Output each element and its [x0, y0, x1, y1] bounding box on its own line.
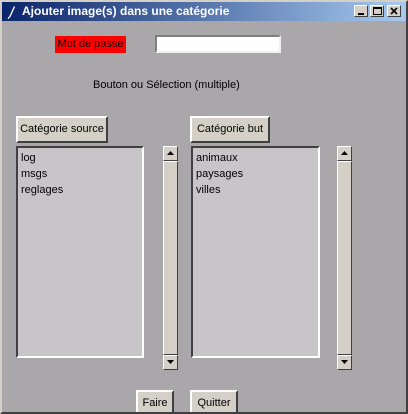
arrow-down-icon [341, 360, 348, 364]
target-list-scrollbar[interactable] [337, 146, 352, 370]
quitter-button[interactable]: Quitter [190, 390, 238, 412]
list-item[interactable]: animaux [196, 150, 315, 166]
scroll-track[interactable] [163, 161, 178, 355]
scroll-thumb[interactable] [163, 161, 178, 355]
arrow-down-icon [167, 360, 174, 364]
feather-icon [6, 4, 16, 20]
scroll-track[interactable] [337, 161, 352, 355]
maximize-button[interactable] [370, 5, 384, 17]
arrow-up-icon [167, 151, 174, 155]
list-item[interactable]: paysages [196, 166, 315, 182]
source-category-button[interactable]: Catégorie source [16, 116, 108, 143]
scroll-down-button[interactable] [337, 355, 352, 370]
arrow-up-icon [341, 151, 348, 155]
source-list-scrollbar[interactable] [163, 146, 178, 370]
list-item[interactable]: villes [196, 182, 315, 198]
minimize-button[interactable] [354, 5, 368, 17]
source-category-list[interactable]: log msgs reglages [16, 146, 144, 358]
target-category-button[interactable]: Catégorie but [190, 116, 270, 143]
scroll-down-button[interactable] [163, 355, 178, 370]
window-title: Ajouter image(s) dans une catégorie [22, 4, 230, 18]
maximize-icon [373, 7, 382, 15]
close-icon [390, 7, 398, 15]
target-category-list[interactable]: animaux paysages villes [191, 146, 320, 358]
list-item[interactable]: log [21, 150, 139, 166]
scroll-up-button[interactable] [337, 146, 352, 161]
password-label: Mot de passe [55, 36, 126, 53]
selection-hint: Bouton ou Sélection (multiple) [93, 79, 240, 91]
app-window: Ajouter image(s) dans une catégorie Mot … [0, 0, 408, 414]
scroll-thumb[interactable] [337, 161, 352, 355]
title-bar[interactable]: Ajouter image(s) dans une catégorie [2, 2, 406, 21]
list-item[interactable]: reglages [21, 182, 139, 198]
close-button[interactable] [387, 5, 401, 17]
list-item[interactable]: msgs [21, 166, 139, 182]
minimize-icon [358, 13, 364, 15]
scroll-up-button[interactable] [163, 146, 178, 161]
password-input[interactable] [155, 35, 281, 53]
faire-button[interactable]: Faire [136, 390, 174, 412]
